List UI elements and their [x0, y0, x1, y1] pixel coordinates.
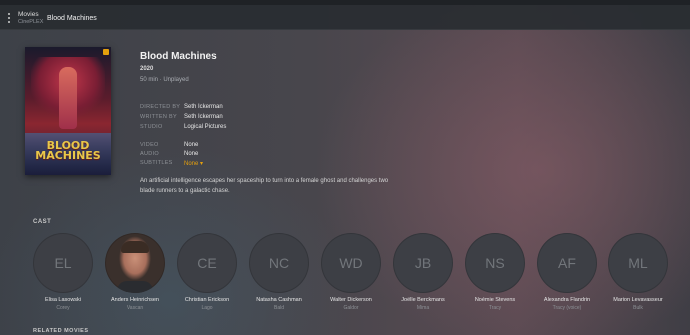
cast-name: Christian Erickson: [184, 297, 230, 303]
poster-figure: [59, 67, 77, 129]
cast-role: Corey: [56, 305, 70, 311]
cast-name: Elisa Lasowski: [44, 297, 82, 303]
top-bar: Movies CinePLEX Blood Machines: [0, 5, 690, 30]
studio-label: STUDIO: [140, 124, 163, 130]
avatar[interactable]: AF: [537, 233, 597, 293]
duration-status: 50 min · Unplayed: [140, 77, 189, 83]
directed-by-label: DIRECTED BY: [140, 104, 181, 110]
cast-role: Galdor: [343, 305, 359, 311]
cast-role: Tracy: [488, 305, 502, 311]
breadcrumb-library[interactable]: Movies CinePLEX: [18, 11, 43, 26]
poster-title-art: BLOOD MACHINES: [35, 139, 101, 162]
cast-role: Lago: [201, 305, 213, 311]
cast-name: Joëlle Berckmans: [401, 297, 445, 303]
cast-name: Natasha Cashman: [256, 297, 302, 303]
avatar[interactable]: ML: [608, 233, 668, 293]
written-by-label: WRITTEN BY: [140, 114, 177, 120]
cast-heading: CAST: [33, 219, 52, 225]
movie-poster[interactable]: BLOOD MACHINES: [25, 47, 111, 175]
avatar-collar: [117, 281, 153, 293]
unwatched-badge-icon: [103, 49, 109, 55]
avatar[interactable]: JB: [393, 233, 453, 293]
breadcrumb-title: Blood Machines: [47, 15, 97, 22]
cast-role: Vascan: [126, 305, 144, 311]
video-label: VIDEO: [140, 142, 159, 148]
movie-title: Blood Machines: [140, 51, 217, 62]
audio-label: AUDIO: [140, 151, 159, 157]
director-link[interactable]: Seth Ickerman: [184, 104, 223, 110]
studio-link[interactable]: Logical Pictures: [184, 124, 226, 130]
cast-role: Bald: [273, 305, 284, 311]
avatar-photo[interactable]: [105, 233, 165, 293]
cast-name: Alexandra Flandrin: [543, 297, 591, 303]
cast-role: Tracy (voice): [552, 305, 582, 311]
video-value: None: [184, 142, 199, 148]
avatar[interactable]: NC: [249, 233, 309, 293]
cast-role: Bulk: [633, 305, 643, 311]
writer-link[interactable]: Seth Ickerman: [184, 114, 223, 120]
subtitles-dropdown[interactable]: None ▾: [184, 160, 203, 167]
cast-name: Walter Dickerson: [330, 297, 372, 303]
avatar[interactable]: WD: [321, 233, 381, 293]
server-name: CinePLEX: [18, 19, 44, 25]
cast-name: Noémie Stevens: [474, 297, 516, 303]
movie-year: 2020: [140, 66, 154, 72]
avatar[interactable]: CE: [177, 233, 237, 293]
cast-role: Mima: [416, 305, 430, 311]
cast-name: Anders Heinrichsen: [111, 297, 159, 303]
cast-name: Marion Levavasseur: [613, 297, 663, 303]
avatar-hair: [121, 241, 149, 253]
subtitles-label: SUBTITLES: [140, 160, 173, 166]
avatar[interactable]: EL: [33, 233, 93, 293]
movie-summary: An artificial intelligence escapes her s…: [140, 178, 389, 194]
audio-value: None: [184, 151, 199, 157]
more-menu-icon[interactable]: [8, 13, 11, 24]
avatar[interactable]: NS: [465, 233, 525, 293]
related-movies-heading: RELATED MOVIES: [33, 328, 89, 334]
library-name: Movies: [18, 11, 39, 18]
